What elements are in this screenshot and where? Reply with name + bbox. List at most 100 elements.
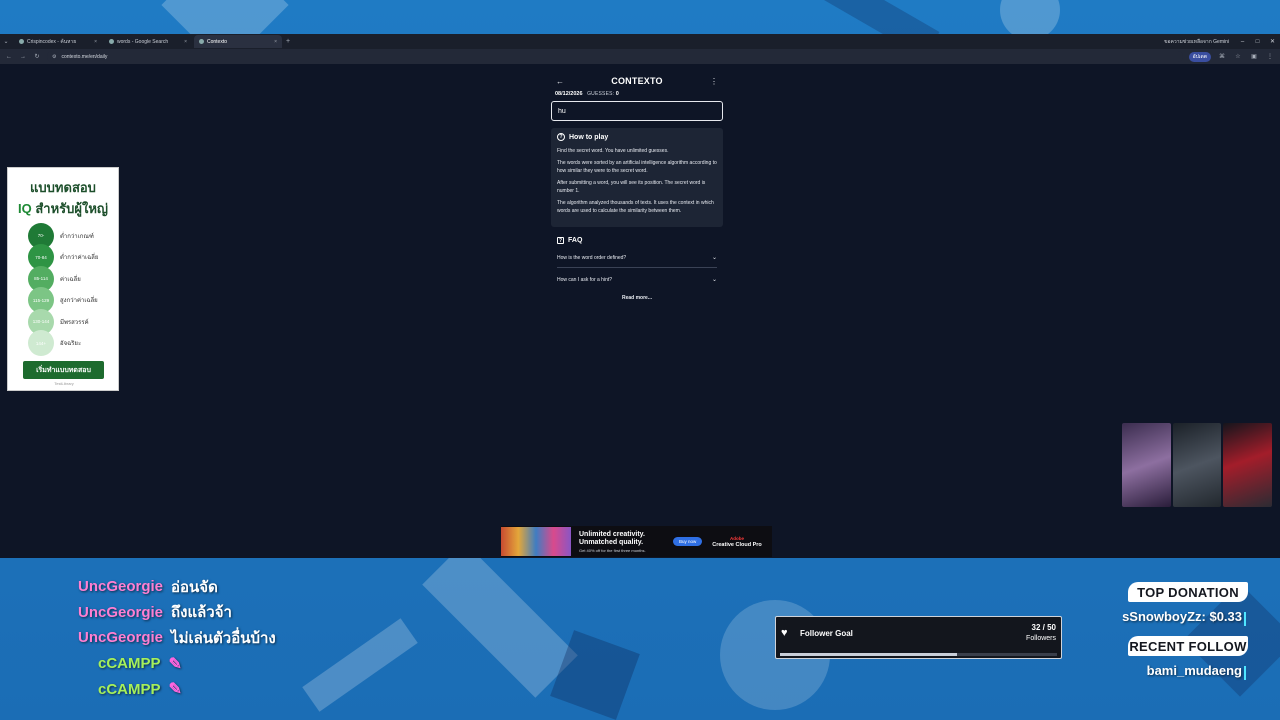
chat-text: ไม่เล่นตัวอื่นบ้าง [171, 629, 276, 647]
chat-overlay: UncGeorgie อ่อนจัด UncGeorgie ถึงแล้วจ้า… [78, 574, 276, 702]
iq-range-label: ต่ำกว่าค่าเฉลี่ย [60, 255, 99, 262]
iq-scale-row: 115-129 สูงกว่าค่าเฉลี่ย [8, 287, 118, 314]
bookmark-star-icon[interactable]: ☆ [1233, 53, 1243, 60]
browser-window: ⌄ Crispincodex - ค้นหาย × words - Google… [0, 34, 1280, 558]
menu-kebab-icon[interactable]: ⋮ [1265, 53, 1275, 60]
chat-message: UncGeorgie อ่อนจัด [78, 574, 276, 600]
faq-item-hint[interactable]: How can I ask for a hint? ⌄ [557, 274, 717, 289]
forward-arrow-icon[interactable]: → [19, 54, 27, 60]
guess-input[interactable] [551, 101, 723, 121]
chat-message: UncGeorgie ไม่เล่นตัวอื่นบ้าง [78, 625, 276, 651]
howto-text: The algorithm analyzed thousands of text… [557, 200, 714, 214]
faq-question: How can I ask for a hint? [557, 276, 613, 283]
address-bar[interactable]: ⚙ contexto.me/en/daily [47, 51, 1183, 62]
tab-google-search[interactable]: words - Google Search × [104, 35, 192, 48]
tab-contexto[interactable]: Contexto × [194, 35, 282, 48]
adobe-banner-ad[interactable]: Unlimited creativity. Unmatched quality.… [501, 526, 772, 557]
question-icon: ? [557, 133, 565, 141]
translate-icon[interactable]: ⌘ [1217, 53, 1227, 60]
iq-range-label: ค่าเฉลี่ย [60, 276, 81, 283]
chevron-down-icon: ⌄ [711, 277, 717, 283]
back-arrow-icon[interactable]: ← [5, 54, 13, 60]
tab-crispincodex[interactable]: Crispincodex - ค้นหาย × [14, 35, 102, 48]
iq-scale-row: 85-114 ค่าเฉลี่ย [8, 265, 118, 292]
goal-count: 32 / 50 [1031, 623, 1056, 632]
faq-icon: ? [557, 237, 564, 244]
brand-name: Creative Cloud Pro [712, 541, 762, 548]
emote-icon: ✎ [168, 655, 182, 673]
chat-text: อ่อนจัด [171, 578, 218, 596]
iq-scale-row: 70- ต่ำกว่าเกณฑ์ [8, 222, 118, 249]
faq-item-word-order[interactable]: How is the word order defined? ⌄ [557, 252, 717, 268]
iq-scale-row: 70-84 ต่ำกว่าค่าเฉลี่ย [8, 244, 118, 271]
howto-text: The words were sorted by an artificial i… [557, 160, 717, 174]
thumbnail-image[interactable] [1172, 423, 1222, 507]
extensions-icon[interactable]: ▣ [1249, 53, 1259, 60]
ad-headline: Unlimited creativity. [579, 530, 646, 538]
how-to-play-panel: ? How to play Find the secret word. You … [551, 128, 723, 227]
tab-label: words - Google Search [117, 38, 169, 45]
more-options-icon[interactable]: ⋮ [709, 77, 719, 86]
new-tab-plus-icon[interactable]: + [282, 38, 294, 45]
page-content: ← CONTEXTO ⋮ 08/12/2026 GUESSES: 0 ? How… [0, 64, 1280, 558]
chat-message: UncGeorgie ถึงแล้วจ้า [78, 600, 276, 626]
page-title: CONTEXTO [611, 76, 663, 86]
tab-search-icon[interactable]: ⌄ [0, 38, 12, 45]
how-to-play-heading: ? How to play [557, 133, 717, 141]
top-donation-label: TOP DONATION [1128, 582, 1248, 602]
contexto-header: ← CONTEXTO ⋮ [551, 72, 723, 90]
back-arrow-icon[interactable]: ← [555, 77, 565, 86]
ad-artwork [501, 527, 571, 556]
tab-favicon-icon [19, 39, 24, 44]
accent-bar [1244, 612, 1246, 626]
tab-close-icon[interactable]: × [274, 39, 277, 45]
ad-iq-text: IQ [17, 201, 32, 216]
close-window-icon[interactable]: ✕ [1265, 38, 1280, 45]
site-info-icon[interactable]: ⚙ [52, 54, 56, 60]
read-more-link[interactable]: Read more... [557, 295, 717, 301]
chat-username: UncGeorgie [78, 603, 164, 621]
tab-label: Crispincodex - ค้นหาย [27, 38, 77, 45]
thumbnail-image[interactable] [1122, 423, 1171, 507]
gemini-button[interactable]: ขอความช่วยเหลือจาก Gemini [1158, 38, 1235, 46]
how-to-play-title: How to play [569, 133, 609, 141]
heart-icon: ♥ [781, 627, 788, 639]
howto-text: Find the secret word. You have unlimited… [557, 148, 669, 154]
tab-close-icon[interactable]: × [184, 39, 187, 45]
tab-label: Contexto [207, 38, 228, 45]
bg-bar-shape [422, 542, 578, 698]
reload-icon[interactable]: ↻ [33, 53, 41, 60]
minimize-icon[interactable]: – [1235, 39, 1250, 45]
iq-scale-row: 130-144 มีพรสวรรค์ [8, 308, 118, 335]
top-donation-value: sSnowboyZz: $0.33 [1122, 609, 1242, 624]
faq-section: ? FAQ How is the word order defined? ⌄ H… [551, 237, 723, 301]
tab-strip: ⌄ Crispincodex - ค้นหาย × words - Google… [0, 34, 1280, 49]
emote-icon: ✎ [168, 681, 182, 699]
maximize-icon[interactable]: □ [1250, 39, 1265, 45]
chevron-down-icon: ⌄ [711, 255, 717, 261]
chat-username: UncGeorgie [78, 629, 164, 647]
thumbnail-image[interactable] [1223, 423, 1273, 507]
url-text: contexto.me/en/daily [61, 53, 108, 60]
chat-username: UncGeorgie [78, 578, 164, 596]
contexto-app: ← CONTEXTO ⋮ 08/12/2026 GUESSES: 0 ? How… [551, 72, 723, 301]
ad-subtext: Get 40% off for the first three months. [579, 547, 646, 553]
update-button[interactable]: อัปเดต [1188, 51, 1211, 62]
video-thumbnails [1122, 423, 1273, 507]
iq-range-label: ต่ำกว่าเกณฑ์ [60, 233, 94, 240]
tab-close-icon[interactable]: × [94, 39, 97, 45]
iq-range-label: สูงกว่าค่าเฉลี่ย [60, 298, 98, 305]
game-date: 08/12/2026 [555, 91, 583, 97]
goal-label: Follower Goal [800, 629, 853, 638]
buy-now-button[interactable]: Buy now [673, 537, 703, 546]
goal-unit: Followers [1026, 635, 1056, 642]
ad-source: TestLibrary [54, 381, 74, 386]
chat-message: cCAMPP ✎ [78, 651, 276, 677]
ad-headline: Unmatched quality. [579, 538, 644, 546]
start-test-button[interactable]: เริ่มทำแบบทดสอบ [23, 361, 104, 379]
bg-bar-shape [302, 618, 418, 712]
guesses-count: 0 [615, 91, 619, 97]
follower-goal-widget: ♥ Follower Goal 32 / 50 Followers [775, 616, 1062, 659]
iq-test-ad[interactable]: แบบทดสอบ IQ สำหรับผู้ใหญ่ 70- ต่ำกว่าเกณฑ… [7, 167, 119, 391]
accent-bar [1244, 666, 1246, 680]
